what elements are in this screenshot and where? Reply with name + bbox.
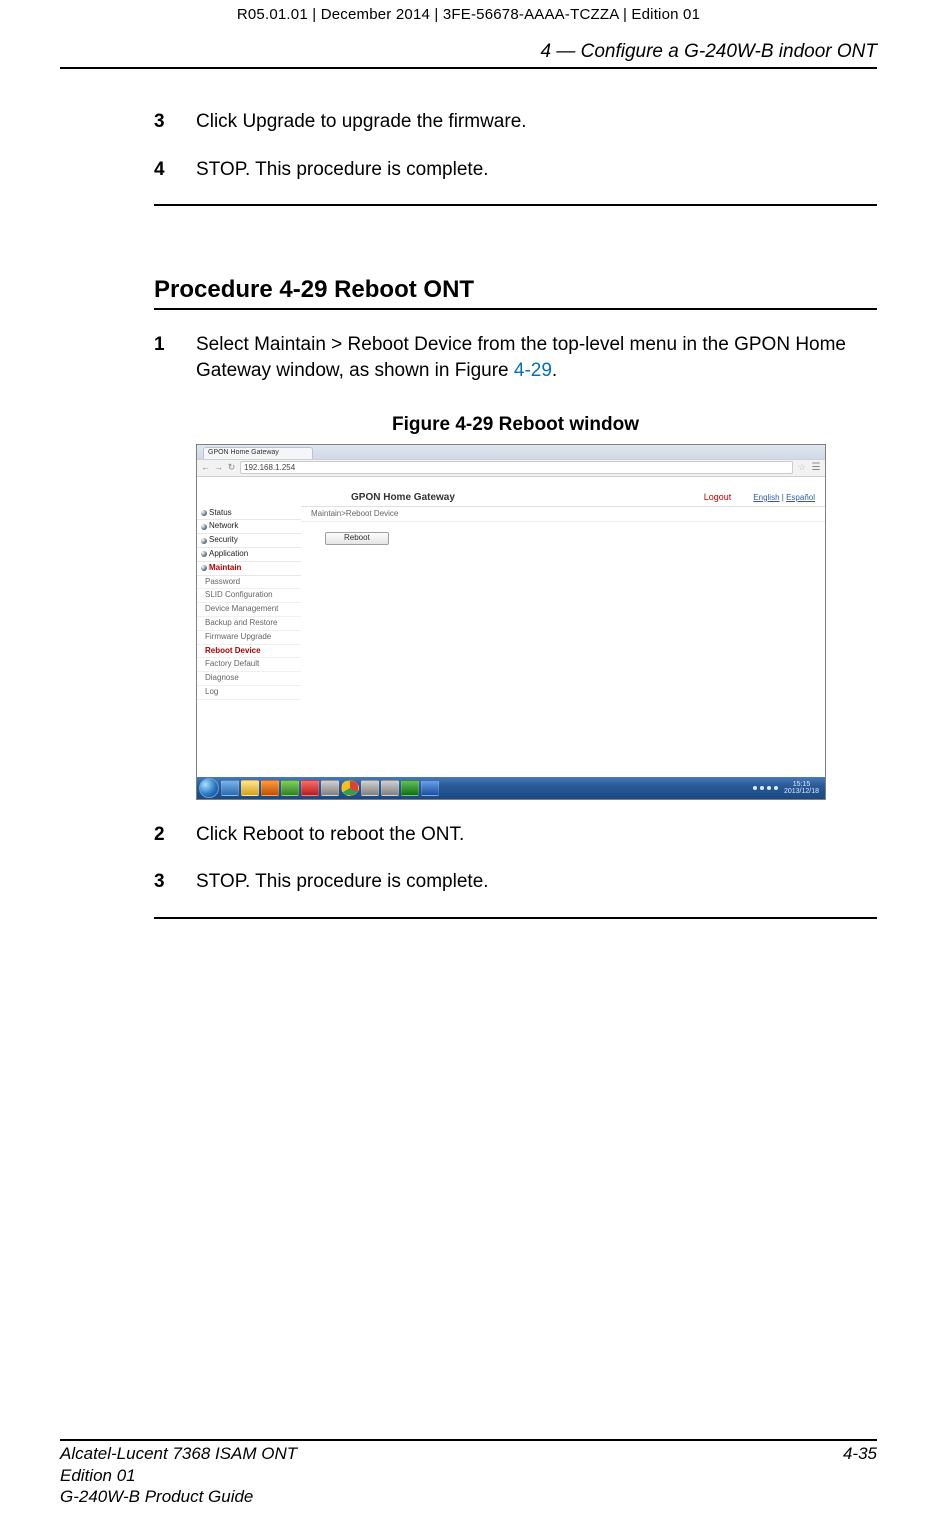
bullet-icon	[201, 551, 207, 557]
taskbar-app-icon[interactable]	[281, 780, 299, 796]
page-footer: Alcatel-Lucent 7368 ISAM ONT Edition 01 …	[60, 1443, 877, 1507]
taskbar-app-icon[interactable]	[361, 780, 379, 796]
logout-link[interactable]: Logout	[704, 493, 732, 503]
step-text-part: .	[552, 360, 557, 381]
reload-icon[interactable]: ↻	[227, 463, 236, 472]
sidebar-item-security[interactable]: Security	[197, 534, 301, 548]
step-row: 2 Click Reboot to reboot the ONT.	[154, 822, 877, 848]
taskbar-explorer-icon[interactable]	[241, 780, 259, 796]
system-tray[interactable]: 15:15 2013/12/18	[753, 780, 823, 796]
browser-tab-strip: GPON Home Gateway	[197, 445, 825, 459]
sidebar-sub-diagnose[interactable]: Diagnose	[197, 672, 301, 686]
step-number: 3	[154, 109, 196, 135]
procedure-title-rule	[154, 308, 877, 310]
sidebar-item-application[interactable]: Application	[197, 548, 301, 562]
step-text: STOP. This procedure is complete.	[196, 869, 877, 895]
footer-rule	[60, 1439, 877, 1441]
forward-icon[interactable]: →	[214, 463, 223, 472]
sidebar: Status Network Security Application Main…	[197, 477, 301, 777]
sidebar-item-label: Network	[209, 522, 238, 531]
sidebar-sub-reboot[interactable]: Reboot Device	[197, 645, 301, 659]
sidebar-sub-factory[interactable]: Factory Default	[197, 658, 301, 672]
bookmark-star-icon[interactable]: ☆	[797, 463, 807, 473]
sidebar-sub-password[interactable]: Password	[197, 576, 301, 590]
app-body: Status Network Security Application Main…	[197, 477, 825, 777]
taskbar-app-icon[interactable]	[381, 780, 399, 796]
bullet-icon	[201, 565, 207, 571]
running-head: 4 — Configure a G-240W-B indoor ONT	[60, 41, 877, 69]
main-area: GPON Home Gateway Logout English | Españ…	[301, 477, 825, 777]
tray-icon[interactable]	[760, 786, 764, 790]
procedure-title: Procedure 4-29 Reboot ONT	[154, 276, 877, 304]
app-title: GPON Home Gateway	[351, 492, 455, 503]
lang-switch: English | Español	[753, 494, 815, 503]
step-row: 4 STOP. This procedure is complete.	[154, 157, 877, 183]
step-row: 1 Select Maintain > Reboot Device from t…	[154, 332, 877, 383]
taskbar-app-icon[interactable]	[301, 780, 319, 796]
footer-line: Alcatel-Lucent 7368 ISAM ONT	[60, 1443, 297, 1464]
footer-line: G-240W-B Product Guide	[60, 1486, 297, 1507]
sidebar-item-label: Maintain	[209, 564, 241, 573]
step-text: Click Upgrade to upgrade the firmware.	[196, 109, 877, 135]
taskbar-chrome-icon[interactable]	[341, 780, 359, 796]
tray-icon[interactable]	[767, 786, 771, 790]
clock-date: 2013/12/18	[784, 788, 819, 795]
figure-screenshot: GPON Home Gateway ← → ↻ 192.168.1.254 ☆ …	[196, 444, 826, 800]
sidebar-item-status[interactable]: Status	[197, 507, 301, 521]
lang-english-link[interactable]: English	[753, 493, 779, 502]
sidebar-sub-backup[interactable]: Backup and Restore	[197, 617, 301, 631]
browser-tab-label: GPON Home Gateway	[208, 449, 279, 456]
breadcrumb: Maintain>Reboot Device	[301, 507, 825, 523]
back-icon[interactable]: ←	[201, 463, 210, 472]
sidebar-item-maintain[interactable]: Maintain	[197, 562, 301, 576]
lang-espanol-link[interactable]: Español	[786, 493, 815, 502]
bullet-icon	[201, 510, 207, 516]
figure-caption: Figure 4-29 Reboot window	[154, 414, 877, 436]
app-header: GPON Home Gateway Logout English | Españ…	[301, 477, 825, 507]
step-row: 3 Click Upgrade to upgrade the firmware.	[154, 109, 877, 135]
step-number: 4	[154, 157, 196, 183]
taskbar-app-icon[interactable]	[321, 780, 339, 796]
sidebar-item-network[interactable]: Network	[197, 520, 301, 534]
step-text: Select Maintain > Reboot Device from the…	[196, 332, 877, 383]
step-row: 3 STOP. This procedure is complete.	[154, 869, 877, 895]
start-button-icon[interactable]	[199, 778, 219, 798]
footer-line: Edition 01	[60, 1465, 297, 1486]
step-text: STOP. This procedure is complete.	[196, 157, 877, 183]
taskbar-ie-icon[interactable]	[221, 780, 239, 796]
content-area: Reboot	[301, 522, 825, 545]
figure-xref[interactable]: 4-29	[514, 360, 552, 381]
taskbar-firefox-icon[interactable]	[261, 780, 279, 796]
bullet-icon	[201, 524, 207, 530]
sidebar-item-label: Security	[209, 536, 238, 545]
address-bar[interactable]: 192.168.1.254	[240, 461, 793, 474]
procedure-end-rule	[154, 204, 877, 206]
clock[interactable]: 15:15 2013/12/18	[781, 780, 822, 796]
sidebar-item-label: Status	[209, 509, 232, 518]
doc-release-line: R05.01.01 | December 2014 | 3FE-56678-AA…	[60, 0, 877, 23]
tray-icon[interactable]	[774, 786, 778, 790]
reboot-button[interactable]: Reboot	[325, 532, 389, 545]
procedure-end-rule	[154, 917, 877, 919]
sidebar-sub-fw-upgrade[interactable]: Firmware Upgrade	[197, 631, 301, 645]
sidebar-item-label: Application	[209, 550, 248, 559]
step-number: 3	[154, 869, 196, 895]
bullet-icon	[201, 538, 207, 544]
step-number: 2	[154, 822, 196, 848]
page-number: 4-35	[843, 1443, 877, 1507]
sidebar-sub-log[interactable]: Log	[197, 686, 301, 700]
windows-taskbar: 15:15 2013/12/18	[197, 777, 825, 799]
browser-menu-icon[interactable]: ☰	[811, 462, 821, 473]
tray-icon[interactable]	[753, 786, 757, 790]
browser-toolbar: ← → ↻ 192.168.1.254 ☆ ☰	[197, 459, 825, 477]
step-number: 1	[154, 332, 196, 383]
sidebar-sub-device-mgmt[interactable]: Device Management	[197, 603, 301, 617]
taskbar-excel-icon[interactable]	[401, 780, 419, 796]
browser-tab[interactable]: GPON Home Gateway	[203, 447, 313, 459]
clock-time: 15:15	[784, 781, 819, 788]
sidebar-sub-slid[interactable]: SLID Configuration	[197, 589, 301, 603]
address-bar-text: 192.168.1.254	[244, 463, 295, 472]
taskbar-word-icon[interactable]	[421, 780, 439, 796]
step-text: Click Reboot to reboot the ONT.	[196, 822, 877, 848]
